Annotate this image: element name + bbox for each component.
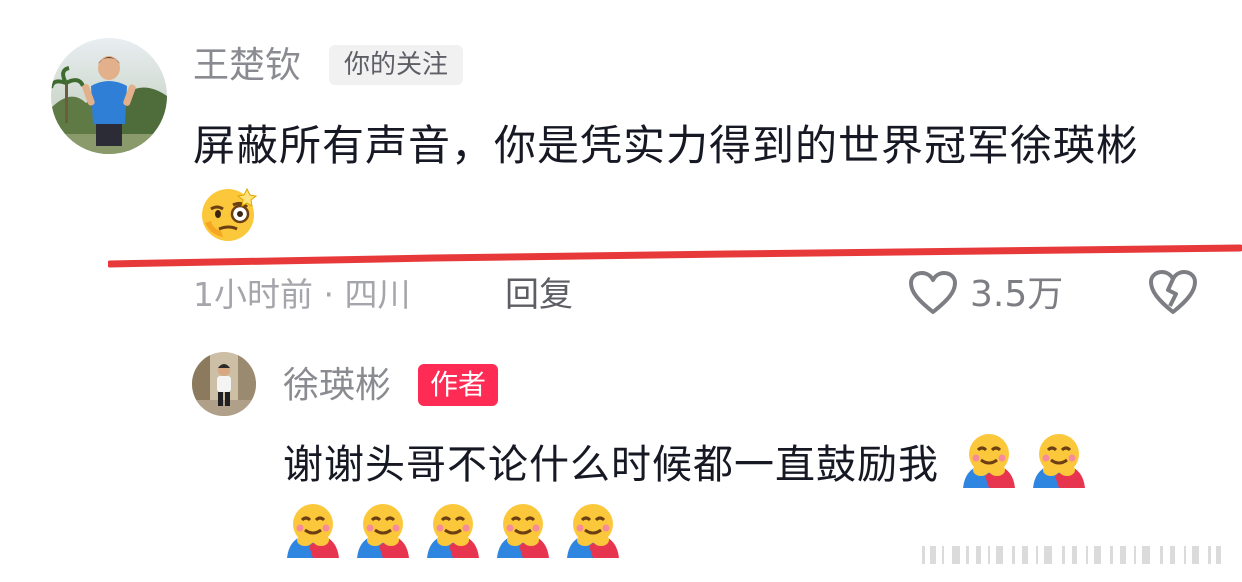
hugging-face-emoji — [563, 500, 623, 560]
red-underline-annotation — [108, 244, 1242, 268]
watermark — [922, 546, 1221, 564]
hugging-face-emoji — [493, 500, 553, 560]
heart-outline-icon[interactable] — [908, 270, 958, 316]
reply-button[interactable]: 回复 — [505, 272, 573, 318]
author-avatar[interactable] — [192, 352, 256, 416]
commenter-username[interactable]: 王楚钦 — [193, 42, 301, 90]
like-count: 3.5万 — [970, 274, 1064, 315]
comment-text: 屏蔽所有声音，你是凭实力得到的世界冠军徐瑛彬 — [193, 121, 1140, 170]
hugging-face-emoji — [353, 500, 413, 560]
commenter-avatar[interactable] — [51, 38, 167, 154]
comment-body: 屏蔽所有声音，你是凭实力得到的世界冠军徐瑛彬 — [193, 110, 1193, 252]
reply-text: 谢谢头哥不论什么时候都一直鼓励我 — [283, 442, 939, 488]
hugging-face-emoji — [423, 500, 483, 560]
broken-heart-icon[interactable] — [1148, 268, 1198, 316]
comment-time-location: 1小时前 · 四川 — [193, 275, 411, 314]
follow-badge: 你的关注 — [329, 45, 464, 85]
smirk-monocle-emoji — [197, 183, 259, 245]
hugging-face-emoji — [959, 430, 1019, 490]
hugging-face-emoji — [1029, 430, 1089, 490]
hugging-face-emoji — [283, 500, 343, 560]
author-username[interactable]: 徐瑛彬 — [283, 362, 391, 410]
author-badge: 作者 — [418, 364, 499, 406]
